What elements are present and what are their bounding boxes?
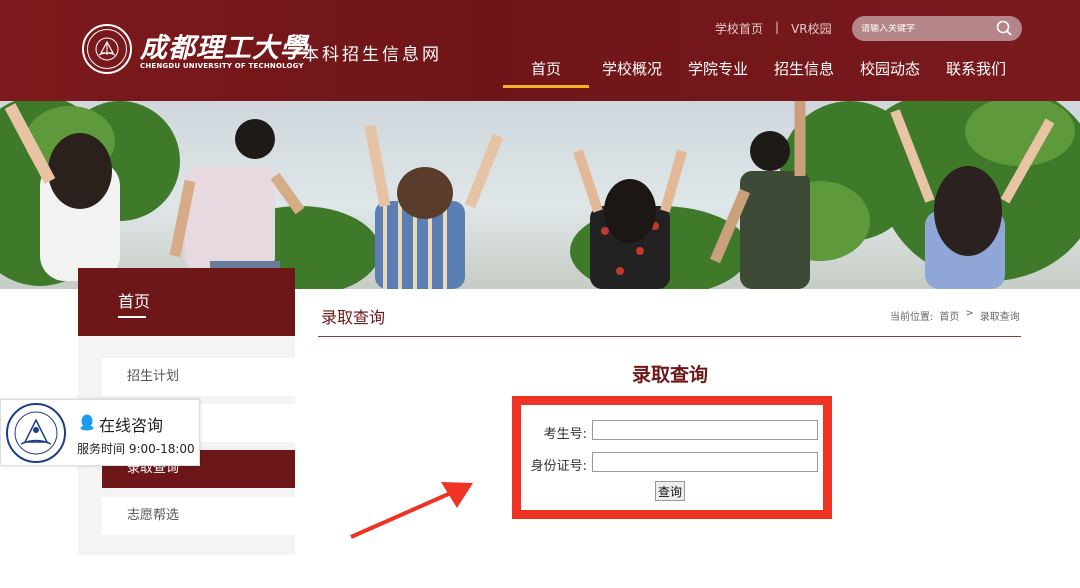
nav-contact-us[interactable]: 联系我们 <box>933 52 1019 88</box>
search-box <box>852 16 1022 41</box>
exam-number-label: 考生号: <box>543 427 587 442</box>
top-links-separator: | <box>775 20 780 34</box>
nav-colleges-majors[interactable]: 学院专业 <box>675 52 761 88</box>
university-seal-icon <box>6 403 66 463</box>
consult-service-time: 服务时间 9:00-18:00 <box>77 442 195 456</box>
breadcrumb: 当前位置: 首页 > 录取查询 <box>890 308 1020 323</box>
online-consult-widget[interactable]: 在线咨询 服务时间 9:00-18:00 <box>0 399 200 466</box>
sidebar-item-volunteer-help[interactable]: 志愿帮选 <box>102 497 295 535</box>
consult-title: 在线咨询 <box>99 416 164 435</box>
university-seal-icon[interactable] <box>82 24 132 74</box>
query-button[interactable]: 查询 <box>655 481 685 501</box>
breadcrumb-separator: > <box>965 308 974 319</box>
sidebar-title-text[interactable]: 首页 <box>118 288 150 312</box>
sidebar-item-admission-plan[interactable]: 招生计划 <box>102 358 295 396</box>
id-number-label: 身份证号: <box>530 459 587 474</box>
page-title: 录取查询 <box>321 308 386 327</box>
search-input[interactable] <box>861 23 991 34</box>
vr-campus-link[interactable]: VR校园 <box>791 20 832 37</box>
id-number-input[interactable] <box>592 452 818 472</box>
site-header: 成都理工大學 CHENGDU UNIVERSITY OF TECHNOLOGY … <box>0 0 1080 101</box>
exam-number-input[interactable] <box>592 420 818 440</box>
breadcrumb-label: 当前位置: <box>890 312 934 323</box>
school-home-link[interactable]: 学校首页 <box>715 20 763 37</box>
red-arrow-annotation <box>350 482 473 539</box>
main-nav: 首页 学校概况 学院专业 招生信息 校园动态 联系我们 <box>503 52 1019 88</box>
breadcrumb-home[interactable]: 首页 <box>939 308 959 323</box>
banner-image <box>0 101 1080 289</box>
nav-home[interactable]: 首页 <box>503 52 589 88</box>
sidebar-title: 首页 <box>78 268 295 336</box>
qq-icon <box>80 414 94 431</box>
top-links: 学校首页 | VR校园 <box>715 20 832 37</box>
title-divider <box>318 336 1021 337</box>
university-name-cn[interactable]: 成都理工大學 <box>140 26 308 65</box>
nav-school-overview[interactable]: 学校概况 <box>589 52 675 88</box>
query-form-title: 录取查询 <box>631 364 708 386</box>
sidebar-title-underline <box>118 316 146 318</box>
breadcrumb-current: 录取查询 <box>979 312 1020 323</box>
nav-admission-info[interactable]: 招生信息 <box>761 52 847 88</box>
search-icon[interactable] <box>996 20 1012 36</box>
site-name: 本科招生信息网 <box>302 45 442 65</box>
nav-campus-news[interactable]: 校园动态 <box>847 52 933 88</box>
university-name-en: CHENGDU UNIVERSITY OF TECHNOLOGY <box>140 62 304 70</box>
